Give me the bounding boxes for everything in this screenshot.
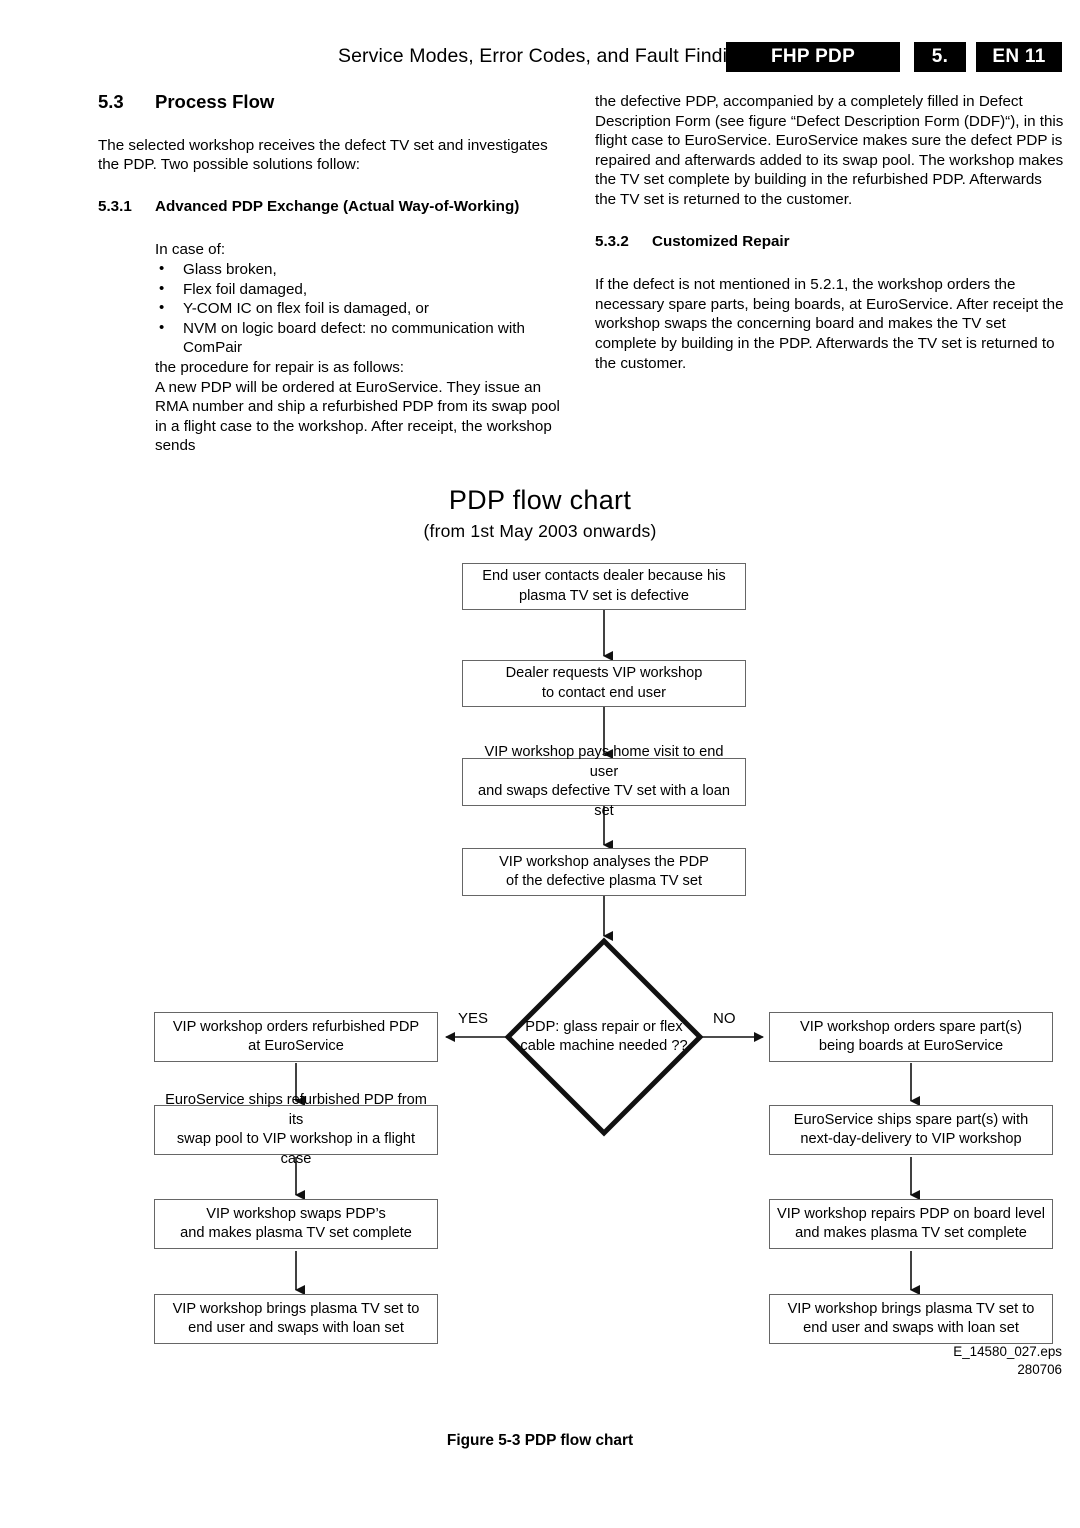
page-header-title: Service Modes, Error Codes, and Fault Fi…: [338, 45, 749, 67]
subsection-number: 5.3.1: [98, 197, 132, 215]
left-text-column: 5.3 Process Flow The selected workshop r…: [98, 92, 568, 456]
flow-decision-line-0: PDP:: [525, 1019, 560, 1036]
flow-decision-line-1: glass repair: [563, 1019, 639, 1036]
flow-node-n1-line-0: End user contacts dealer because his: [482, 568, 726, 584]
flow-node-n2: Dealer requests VIP workshop to contact …: [462, 660, 746, 707]
flow-node-l2: EuroService ships refurbished PDP from i…: [154, 1092, 438, 1167]
flow-node-n4-line-1: of the defective plasma TV set: [505, 873, 703, 889]
section-heading-5-3-2: 5.3.2 Customized Repair: [595, 232, 1065, 252]
flow-node-r3-line-1: and makes plasma TV set complete: [795, 1225, 1027, 1241]
subsection-title: Advanced PDP Exchange (Actual Way-of-Wor…: [155, 197, 520, 215]
flow-node-n2-line-1: to contact end user: [541, 684, 667, 701]
flow-node-n2-line-0: Dealer requests VIP workshop: [505, 665, 703, 681]
flow-node-n4-line-0: VIP workshop analyses the PDP: [499, 853, 709, 870]
flow-node-r2: EuroService ships spare part(s) with nex…: [769, 1105, 1053, 1155]
header-chapter-badge: 5.: [914, 42, 966, 72]
flow-node-n4: VIP workshop analyses the PDP of the def…: [462, 848, 746, 896]
bullet-label-1: Flex foil damaged,: [183, 280, 308, 298]
process-flow-intro-paragraph: The selected workshop receives the defec…: [98, 136, 548, 174]
bullet-label-3: NVM on logic board defect: no communicat…: [183, 319, 525, 337]
flow-node-n3-line-0: VIP workshop pays home visit to end user: [484, 744, 724, 780]
flow-node-r2-line-1: next-day-delivery to VIP workshop: [800, 1131, 1022, 1147]
figure-caption: Figure 5-3 PDP flow chart: [446, 1432, 634, 1449]
customized-repair-paragraph: If the defect is not mentioned in 5.2.1,…: [595, 276, 1064, 372]
flow-node-r3-line-0: VIP workshop repairs PDP on board level: [777, 1205, 1045, 1222]
bullet-label-3-continuation: ComPair: [183, 339, 243, 357]
flow-node-l3-line-0: VIP workshop swaps PDP’s: [206, 1205, 386, 1222]
flow-node-r2-line-0: EuroService ships spare part(s) with: [793, 1111, 1029, 1128]
flow-node-l1-line-1: at EuroService: [248, 1038, 344, 1054]
flow-node-l4-line-1: end user and swaps with loan set: [188, 1320, 404, 1336]
flow-node-r4-line-0: VIP workshop brings plasma TV set to: [787, 1300, 1035, 1317]
flow-node-r4: VIP workshop brings plasma TV set to end…: [769, 1294, 1053, 1344]
eps-file-number: 280706: [1017, 1361, 1062, 1377]
eps-identifier: E_14580_027.eps 280706: [953, 1343, 1062, 1378]
section-heading-5-3-1: 5.3.1 Advanced PDP Exchange (Actual Way-…: [98, 197, 568, 217]
flow-decision-line-5: ??: [671, 1038, 688, 1054]
flow-node-l2-line-0: EuroService ships refurbished PDP from i…: [165, 1092, 427, 1128]
flow-decision-line-4: needed: [618, 1038, 668, 1054]
flow-node-n1-line-1: plasma TV set is defective: [518, 587, 690, 604]
list-item: Glass broken,: [155, 259, 568, 280]
flow-node-l4-line-0: VIP workshop brings plasma TV set to: [172, 1300, 420, 1317]
procedure-body-paragraph: A new PDP will be ordered at EuroService…: [155, 378, 560, 455]
defect-case-list: Glass broken, Flex foil damaged, Y-COM I…: [155, 259, 568, 358]
in-case-of-label: In case of:: [155, 241, 226, 259]
section-title: Process Flow: [155, 91, 275, 112]
flow-decision-node: PDP: glass repair or flex cable machine …: [508, 941, 700, 1133]
flow-node-r3: VIP workshop repairs PDP on board level …: [769, 1199, 1053, 1249]
flow-node-r1-line-0: VIP workshop orders spare part(s): [800, 1018, 1022, 1035]
branch-label-yes: YES: [458, 1010, 489, 1027]
flow-node-r1: VIP workshop orders spare part(s) being …: [769, 1012, 1053, 1062]
subsection-number: 5.3.2: [595, 232, 629, 250]
bullet-label-0: Glass broken,: [183, 260, 277, 278]
flow-node-l1: VIP workshop orders refurbished PDP at E…: [154, 1012, 438, 1062]
flow-decision-line-2: or: [642, 1019, 656, 1036]
flowchart-subtitle: (from 1st May 2003 onwards): [423, 521, 657, 541]
flow-node-n1: End user contacts dealer because his pla…: [462, 563, 746, 610]
header-page-badge: EN 11: [976, 42, 1062, 72]
page-header: Service Modes, Error Codes, and Fault Fi…: [0, 42, 1080, 76]
procedure-lead-in: the procedure for repair is as follows:: [155, 358, 405, 376]
flow-node-l3: VIP workshop swaps PDP’s and makes plasm…: [154, 1199, 438, 1249]
right-text-column: the defective PDP, accompanied by a comp…: [595, 92, 1065, 373]
eps-file-name: E_14580_027.eps: [953, 1344, 1062, 1359]
section-number: 5.3: [98, 91, 124, 112]
list-item: Flex foil damaged,: [155, 279, 568, 300]
list-item: Y-COM IC on flex foil is damaged, or: [155, 298, 568, 319]
flow-node-r4-line-1: end user and swaps with loan set: [803, 1320, 1019, 1336]
flow-node-l3-line-1: and makes plasma TV set complete: [180, 1225, 412, 1241]
list-item: NVM on logic board defect: no communicat…: [155, 318, 568, 358]
bullet-label-2: Y-COM IC on flex foil is damaged, or: [183, 300, 429, 318]
flow-node-n3: VIP workshop pays home visit to end user…: [462, 744, 746, 819]
subsection-title: Customized Repair: [652, 232, 790, 250]
branch-label-no: NO: [713, 1010, 736, 1027]
flow-node-r1-line-1: being boards at EuroService: [818, 1038, 1004, 1054]
flow-node-l4: VIP workshop brings plasma TV set to end…: [154, 1294, 438, 1344]
header-product-badge: FHP PDP: [726, 42, 900, 72]
continued-paragraph: the defective PDP, accompanied by a comp…: [595, 93, 1064, 208]
flowchart-title: PDP flow chart: [448, 485, 632, 515]
flow-node-l2-line-1: swap pool to VIP workshop in a flight ca…: [176, 1131, 416, 1167]
flow-node-l1-line-0: VIP workshop orders refurbished PDP: [172, 1018, 420, 1035]
section-heading-5-3: 5.3 Process Flow: [98, 92, 568, 112]
flow-node-n3-line-1: and swaps defective TV set with a loan s…: [477, 783, 731, 819]
